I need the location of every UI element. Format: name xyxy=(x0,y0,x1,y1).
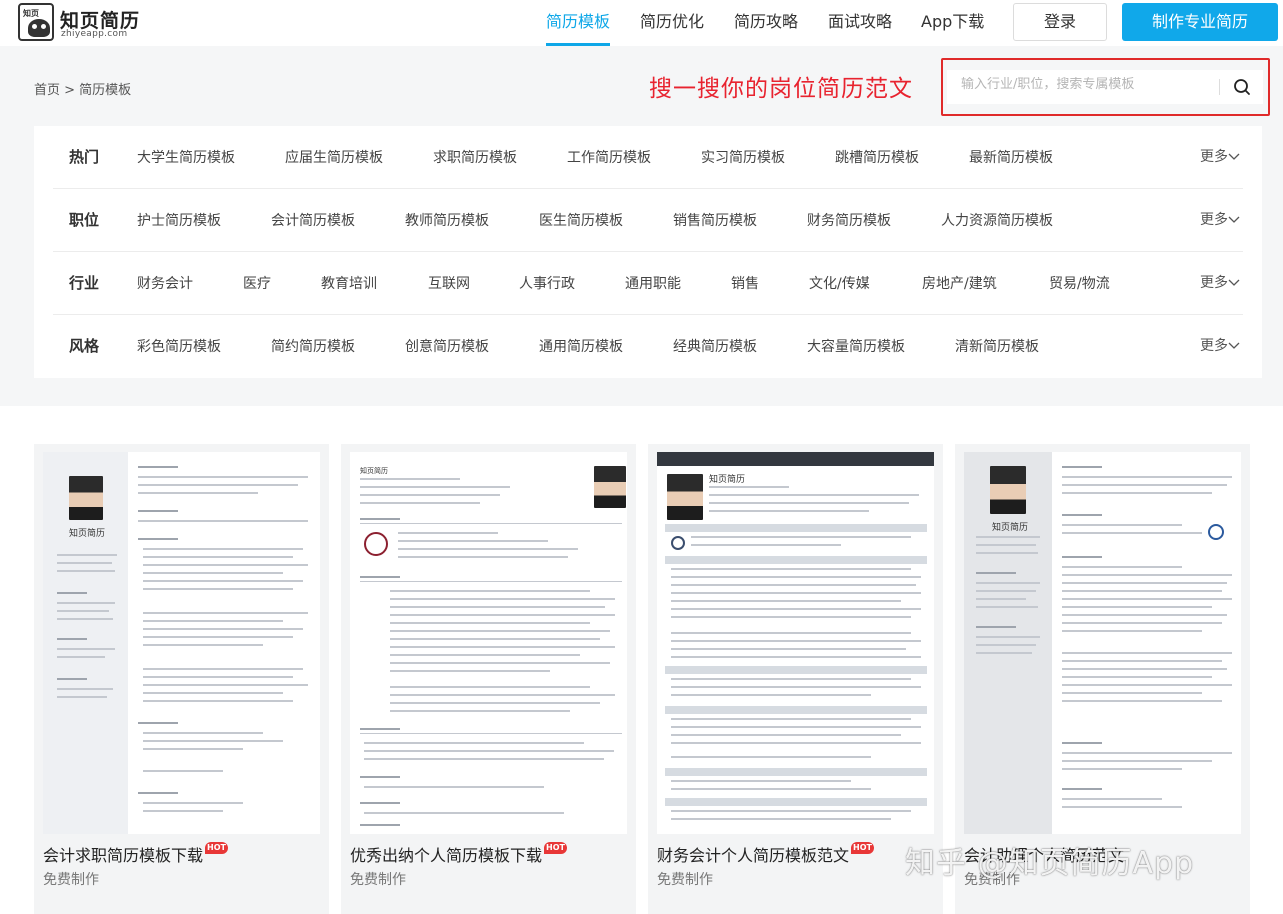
filter-item[interactable]: 文化/传媒 xyxy=(809,273,870,293)
search-box xyxy=(947,70,1263,104)
filter-item[interactable]: 简约简历模板 xyxy=(271,336,355,356)
filter-item[interactable]: 大学生简历模板 xyxy=(137,147,235,167)
nav-resume-templates[interactable]: 简历模板 xyxy=(546,0,611,46)
filter-item[interactable]: 财务会计 xyxy=(137,273,193,293)
resume-header-band xyxy=(657,452,934,466)
filter-row-title: 热门 xyxy=(69,148,100,166)
school-logo xyxy=(364,532,388,556)
filter-item[interactable]: 清新简历模板 xyxy=(955,336,1039,356)
filter-item[interactable]: 实习简历模板 xyxy=(701,147,785,167)
login-button[interactable]: 登录 xyxy=(1013,3,1107,41)
filter-row-title: 风格 xyxy=(69,337,100,355)
top-header: 知页 知页简历 zhiyeapp.com 简历模板 简历优化 简历攻略 面试攻略… xyxy=(0,0,1283,46)
card-subtitle: 免费制作 xyxy=(350,872,406,888)
filter-item[interactable]: 贸易/物流 xyxy=(1049,273,1110,293)
filter-item[interactable]: 人力资源简历模板 xyxy=(941,210,1053,230)
resume-name: 知页简历 xyxy=(69,529,106,539)
more-label: 更多 xyxy=(1200,275,1228,291)
hot-badge: HOT xyxy=(205,842,228,854)
breadcrumb: 首页 > 简历模板 xyxy=(34,83,132,98)
school-logo xyxy=(671,536,685,550)
filter-item[interactable]: 应届生简历模板 xyxy=(285,147,383,167)
logo-cow-icon: 知页 xyxy=(18,3,54,41)
hot-badge: HOT xyxy=(851,842,874,854)
search-icon[interactable] xyxy=(1227,72,1257,102)
card-title[interactable]: 优秀出纳个人简历模板下载 HOT xyxy=(350,842,567,866)
nav-resume-guide[interactable]: 简历攻略 xyxy=(734,0,798,46)
card-subtitle: 免费制作 xyxy=(43,872,99,888)
resume-photo xyxy=(667,474,703,520)
filter-item[interactable]: 财务简历模板 xyxy=(807,210,891,230)
filter-row-industry: 行业 财务会计 医疗 教育培训 互联网 人事行政 通用职能 销售 文化/传媒 房… xyxy=(53,252,1243,315)
filter-row-position: 职位 护士简历模板 会计简历模板 教师简历模板 医生简历模板 销售简历模板 财务… xyxy=(53,189,1243,252)
template-card[interactable]: 知页简历 财务会计个人简历模板范文 HOT 免费制作 xyxy=(648,444,943,914)
nav-app-download[interactable]: App下载 xyxy=(921,0,984,46)
filter-item[interactable]: 通用职能 xyxy=(625,273,681,293)
filter-row-title: 行业 xyxy=(69,274,100,292)
resume-photo xyxy=(594,466,626,508)
filter-item[interactable]: 大容量简历模板 xyxy=(807,336,905,356)
more-label: 更多 xyxy=(1200,338,1228,354)
resume-thumbnail[interactable]: 知页简历 xyxy=(657,452,934,834)
filter-item[interactable]: 跳槽简历模板 xyxy=(835,147,919,167)
filter-item[interactable]: 通用简历模板 xyxy=(539,336,623,356)
more-link[interactable]: 更多 xyxy=(1200,209,1240,229)
category-filter-panel: 热门 大学生简历模板 应届生简历模板 求职简历模板 工作简历模板 实习简历模板 … xyxy=(34,126,1262,378)
logo-mark-text: 知页 xyxy=(23,9,39,18)
card-title[interactable]: 财务会计个人简历模板范文 HOT xyxy=(657,842,874,866)
resume-name: 知页简历 xyxy=(709,475,746,485)
site-logo[interactable]: 知页 知页简历 zhiyeapp.com xyxy=(18,3,148,43)
filter-item[interactable]: 护士简历模板 xyxy=(137,210,221,230)
filter-item[interactable]: 工作简历模板 xyxy=(567,147,651,167)
nav-resume-optimize[interactable]: 简历优化 xyxy=(640,0,704,46)
filter-item[interactable]: 销售简历模板 xyxy=(673,210,757,230)
filter-row-style: 风格 彩色简历模板 简约简历模板 创意简历模板 通用简历模板 经典简历模板 大容… xyxy=(53,315,1243,378)
filter-item[interactable]: 求职简历模板 xyxy=(433,147,517,167)
watermark: 知乎 @知页简历App xyxy=(905,846,1195,881)
card-subtitle: 免费制作 xyxy=(657,872,713,888)
filter-item[interactable]: 教育培训 xyxy=(321,273,377,293)
more-link[interactable]: 更多 xyxy=(1200,335,1240,355)
hot-badge: HOT xyxy=(544,842,567,854)
filter-item[interactable]: 人事行政 xyxy=(519,273,575,293)
filter-item[interactable]: 最新简历模板 xyxy=(969,147,1053,167)
filter-item[interactable]: 会计简历模板 xyxy=(271,210,355,230)
make-resume-button[interactable]: 制作专业简历 xyxy=(1122,3,1278,41)
filter-item[interactable]: 教师简历模板 xyxy=(405,210,489,230)
filter-item[interactable]: 经典简历模板 xyxy=(673,336,757,356)
filter-item[interactable]: 彩色简历模板 xyxy=(137,336,221,356)
filter-row-title: 职位 xyxy=(69,211,100,229)
more-link[interactable]: 更多 xyxy=(1200,272,1240,292)
chevron-down-icon xyxy=(1228,279,1240,286)
nav-interview-guide[interactable]: 面试攻略 xyxy=(828,0,892,46)
school-logo xyxy=(1208,524,1224,540)
resume-thumbnail[interactable]: 知页简历 xyxy=(43,452,320,834)
filter-item[interactable]: 医疗 xyxy=(243,273,271,293)
chevron-down-icon xyxy=(1228,216,1240,223)
filter-row-hot: 热门 大学生简历模板 应届生简历模板 求职简历模板 工作简历模板 实习简历模板 … xyxy=(53,126,1243,189)
more-label: 更多 xyxy=(1200,212,1228,228)
filter-item[interactable]: 销售 xyxy=(731,273,759,293)
filter-item[interactable]: 房地产/建筑 xyxy=(922,273,997,293)
more-link[interactable]: 更多 xyxy=(1200,146,1240,166)
resume-thumbnail[interactable]: 知页简历 xyxy=(350,452,627,834)
filter-item[interactable]: 创意简历模板 xyxy=(405,336,489,356)
more-label: 更多 xyxy=(1200,149,1228,165)
logo-domain: zhiyeapp.com xyxy=(61,29,128,39)
resume-thumbnail[interactable]: 知页简历 xyxy=(964,452,1241,834)
resume-name: 知页简历 xyxy=(992,523,1029,533)
card-title[interactable]: 会计求职简历模板下载 HOT xyxy=(43,842,228,866)
chevron-down-icon xyxy=(1228,342,1240,349)
template-card[interactable]: 知页简历 xyxy=(341,444,636,914)
resume-name: 知页简历 xyxy=(360,467,388,475)
search-input[interactable] xyxy=(961,77,1211,92)
resume-photo xyxy=(69,476,103,520)
resume-photo xyxy=(990,466,1026,514)
chevron-down-icon xyxy=(1228,153,1240,160)
filter-item[interactable]: 互联网 xyxy=(428,273,470,293)
template-card[interactable]: 知页简历 xyxy=(34,444,329,914)
filter-item[interactable]: 医生简历模板 xyxy=(539,210,623,230)
promo-text: 搜一搜你的岗位简历范文 xyxy=(649,76,913,102)
